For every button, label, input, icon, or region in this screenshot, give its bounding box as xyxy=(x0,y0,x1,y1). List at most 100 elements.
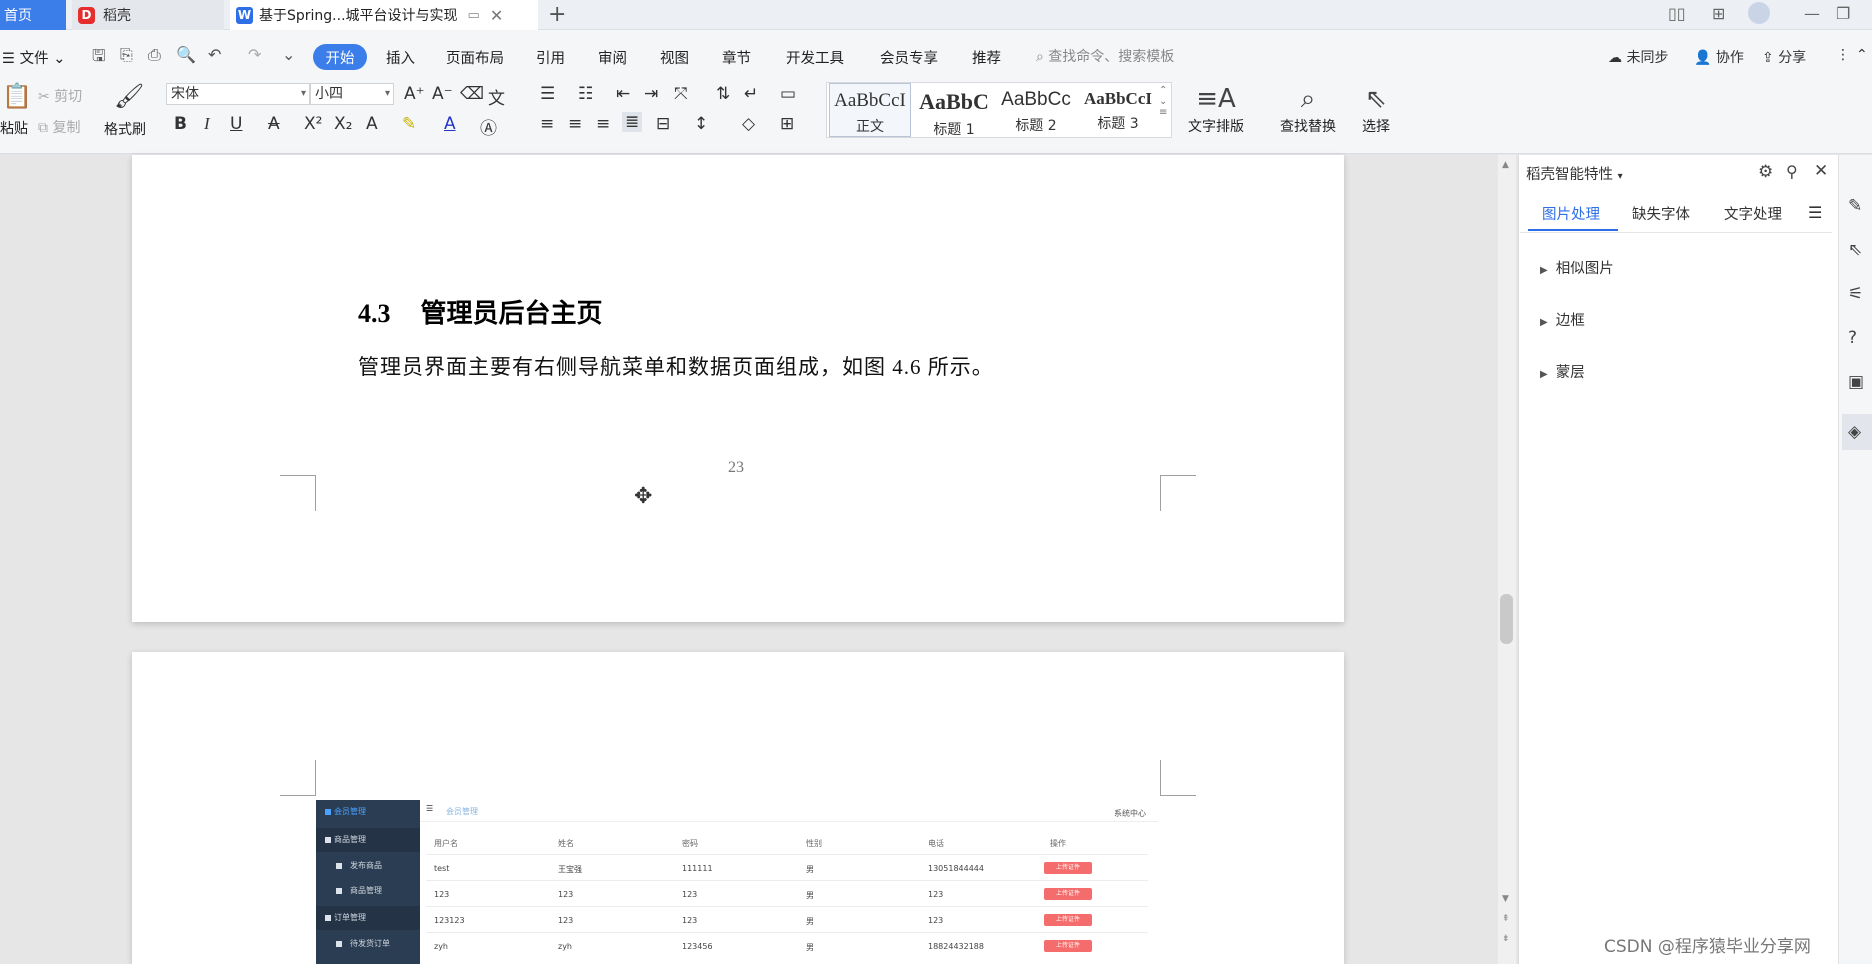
panel-item-mask[interactable]: ▶ 蒙层 xyxy=(1540,361,1585,382)
collapse-ribbon-icon[interactable]: ⌃ xyxy=(1856,47,1868,63)
superscript-icon[interactable]: X² xyxy=(304,114,322,134)
format-painter-icon[interactable]: 🖌 xyxy=(114,82,144,110)
menu-view[interactable]: 视图 xyxy=(660,47,689,68)
minimize-icon[interactable]: — xyxy=(1804,4,1820,23)
save-icon[interactable]: 🖫 xyxy=(92,45,106,72)
print-preview-icon[interactable]: 🔍 xyxy=(176,45,196,64)
font-size-select[interactable]: 小四 ▾ xyxy=(310,83,394,105)
close-tab-icon[interactable]: ✕ xyxy=(490,6,503,25)
scroll-up-icon[interactable]: ▲ xyxy=(1502,160,1509,170)
chinese-layout-icon[interactable]: ⤧ xyxy=(674,84,688,104)
menu-chapter[interactable]: 章节 xyxy=(722,47,751,68)
command-search[interactable]: ⌕ 查找命令、搜索模板 xyxy=(1036,46,1174,66)
share-button[interactable]: ⇪ 分享 xyxy=(1762,47,1806,67)
print-icon[interactable]: ⎙ xyxy=(148,45,161,65)
monitor-icon[interactable]: ▭ xyxy=(468,8,480,23)
font-color-icon[interactable]: A xyxy=(444,114,456,134)
scrollbar-thumb[interactable] xyxy=(1500,594,1513,644)
pointer-icon[interactable]: ⇖ xyxy=(1848,240,1862,260)
sync-button[interactable]: ☁ 未同步 xyxy=(1608,47,1668,67)
new-tab-icon[interactable]: + xyxy=(548,2,566,27)
style-heading-3[interactable]: AaBbCcI 标题 3 xyxy=(1077,83,1159,137)
font-family-select[interactable]: 宋体 ▾ xyxy=(166,83,310,105)
next-page-icon[interactable]: ⇟ xyxy=(1502,934,1510,944)
pin-icon[interactable]: ⚲ xyxy=(1786,162,1798,181)
align-center-icon[interactable]: ≡ xyxy=(568,114,582,134)
style-heading-1[interactable]: AaBbC 标题 1 xyxy=(913,83,995,138)
paste-icon[interactable]: 📋 xyxy=(2,82,32,110)
menu-icon[interactable]: ☰ xyxy=(1808,203,1822,222)
select-button[interactable]: ⇖ 选择 xyxy=(1362,82,1390,136)
text-layout-button[interactable]: ≡A 文字排版 xyxy=(1188,82,1244,136)
ruler-icon[interactable]: ▭ xyxy=(780,84,796,104)
vertical-scrollbar[interactable] xyxy=(1498,155,1516,964)
tab-daoke[interactable]: D 稻壳 xyxy=(72,0,224,30)
cut-button[interactable]: ✂ 剪切 xyxy=(38,86,82,106)
more-icon[interactable]: ⋮ xyxy=(1836,47,1850,63)
settings-sliders-icon[interactable]: ⚟ xyxy=(1848,284,1863,304)
close-icon[interactable]: ✕ xyxy=(1814,161,1828,181)
menu-recommend[interactable]: 推荐 xyxy=(972,47,1001,68)
smart-feature-icon[interactable]: ◈ xyxy=(1842,414,1872,450)
panel-item-border[interactable]: ▶ 边框 xyxy=(1540,309,1585,330)
export-pdf-icon[interactable]: ⎘ xyxy=(120,45,133,65)
image-tool-icon[interactable]: ▣ xyxy=(1848,372,1864,392)
paste-button[interactable]: 粘贴 xyxy=(0,118,28,138)
avatar[interactable] xyxy=(1748,2,1770,24)
grow-font-icon[interactable]: A⁺ xyxy=(404,84,425,104)
highlight-icon[interactable]: ✎ xyxy=(402,114,416,134)
find-replace-button[interactable]: ⌕ 查找替换 xyxy=(1280,82,1336,136)
menu-layout[interactable]: 页面布局 xyxy=(446,47,504,68)
tab-image-processing[interactable]: 图片处理 xyxy=(1542,203,1600,224)
pen-icon[interactable]: ✎ xyxy=(1848,196,1862,216)
format-painter-button[interactable]: 格式刷 xyxy=(104,119,146,139)
align-right-icon[interactable]: ≡ xyxy=(596,114,610,134)
panel-item-similar-images[interactable]: ▶ 相似图片 xyxy=(1540,257,1614,278)
copy-button[interactable]: ⧉ 复制 xyxy=(38,117,80,137)
tab-missing-fonts[interactable]: 缺失字体 xyxy=(1632,203,1690,224)
phonetic-icon[interactable]: 文 xyxy=(488,84,505,109)
bold-icon[interactable]: B xyxy=(174,114,187,134)
panel-title[interactable]: 稻壳智能特性 ▾ xyxy=(1526,163,1623,184)
increase-indent-icon[interactable]: ⇥ xyxy=(644,84,658,104)
line-spacing-icon[interactable]: ↕ xyxy=(694,114,708,134)
strikethrough-icon[interactable]: A xyxy=(268,114,280,134)
body-paragraph[interactable]: 管理员界面主要有右侧导航菜单和数据页面组成，如图 4.6 所示。 xyxy=(358,351,994,381)
file-menu[interactable]: ☰ 文件 ⌄ xyxy=(2,47,65,68)
text-effect-icon[interactable]: A xyxy=(366,114,378,134)
sort-icon[interactable]: ⇅ xyxy=(716,84,730,104)
menu-review[interactable]: 审阅 xyxy=(598,47,627,68)
help-icon[interactable]: ? xyxy=(1848,328,1857,348)
style-heading-2[interactable]: AaBbCc 标题 2 xyxy=(995,83,1077,137)
tab-document[interactable]: W 基于Spring...城平台设计与实现 ▭ ✕ xyxy=(230,0,538,30)
tab-text-processing[interactable]: 文字处理 xyxy=(1724,203,1782,224)
scroll-down-icon[interactable]: ▼ xyxy=(1502,894,1509,904)
subscript-icon[interactable]: X₂ xyxy=(334,114,352,134)
grid-icon[interactable]: ⊞ xyxy=(1712,4,1725,23)
borders-icon[interactable]: ⊞ xyxy=(780,114,794,134)
document-page[interactable] xyxy=(132,155,1344,622)
menu-developer[interactable]: 开发工具 xyxy=(786,47,844,68)
shading-icon[interactable]: ◇ xyxy=(742,114,755,134)
distribute-icon[interactable]: ⊟ xyxy=(656,114,670,134)
style-normal[interactable]: AaBbCcI 正文 xyxy=(829,83,911,137)
style-scroll-icon[interactable]: ⌃ ⌄ ≡ xyxy=(1159,85,1167,118)
underline-icon[interactable]: U xyxy=(230,114,242,134)
redo-icon[interactable]: ↷ xyxy=(248,45,261,64)
italic-icon[interactable]: I xyxy=(204,114,210,134)
clear-format-icon[interactable]: ⌫ xyxy=(460,84,484,104)
menu-member[interactable]: 会员专享 xyxy=(880,47,938,68)
show-marks-icon[interactable]: ↵ xyxy=(744,84,758,104)
quick-access-chevron-icon[interactable]: ⌄ xyxy=(282,45,295,64)
decrease-indent-icon[interactable]: ⇤ xyxy=(616,84,630,104)
char-border-icon[interactable]: Ⓐ xyxy=(480,114,497,139)
menu-insert[interactable]: 插入 xyxy=(386,47,415,68)
align-left-icon[interactable]: ≡ xyxy=(540,114,554,134)
tab-home[interactable]: 首页 xyxy=(0,0,66,30)
collab-button[interactable]: 👤 协作 xyxy=(1694,47,1744,67)
section-heading[interactable]: 4.3 管理员后台主页 xyxy=(358,293,603,330)
prev-page-icon[interactable]: ⇞ xyxy=(1502,914,1510,924)
bullet-list-icon[interactable]: ☰ xyxy=(540,84,555,104)
menu-home[interactable]: 开始 xyxy=(313,44,367,70)
gear-icon[interactable]: ⚙ xyxy=(1758,162,1773,182)
